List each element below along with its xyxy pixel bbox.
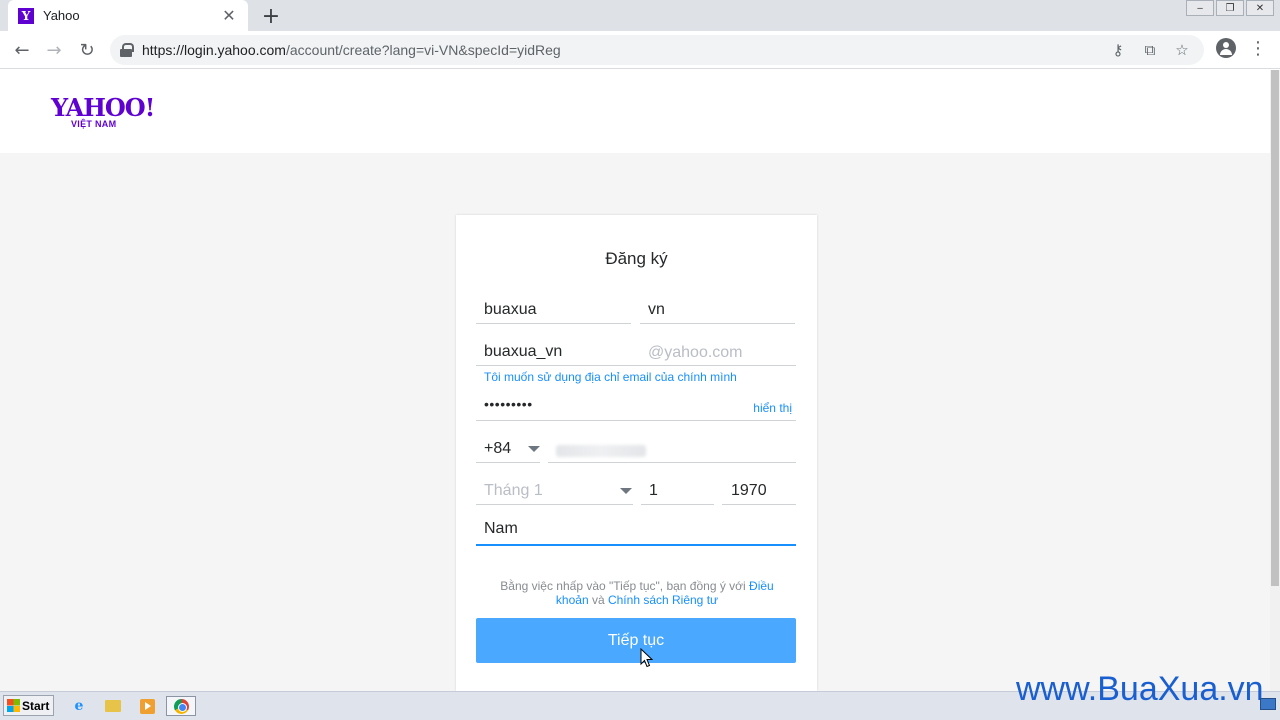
new-tab-button[interactable]: + <box>258 3 284 29</box>
translate-icon[interactable]: ⧉ <box>1134 41 1166 59</box>
folder-icon[interactable] <box>102 696 124 716</box>
close-tab-icon[interactable]: ✕ <box>220 6 238 26</box>
continue-button[interactable]: Tiếp tục <box>476 618 796 663</box>
url-text: https://login.yahoo.com/account/create?l… <box>142 42 561 58</box>
email-domain-suffix: @yahoo.com <box>648 344 743 361</box>
close-window-button[interactable]: ✕ <box>1246 0 1274 16</box>
reload-button[interactable]: ↻ <box>75 38 99 62</box>
internet-explorer-icon[interactable]: e <box>68 696 90 716</box>
minimize-button[interactable]: ‒ <box>1186 0 1214 16</box>
password-input[interactable]: ••••••••• hiển thị <box>476 391 796 421</box>
signup-title: Đăng ký <box>605 249 668 268</box>
gender-input[interactable]: Nam <box>476 515 796 546</box>
browser-toolbar: ← → ↻ https://login.yahoo.com/account/cr… <box>0 31 1280 69</box>
profile-icon[interactable] <box>1216 38 1236 58</box>
star-icon[interactable]: ☆ <box>1166 41 1198 59</box>
restore-button[interactable]: ❐ <box>1216 0 1244 16</box>
privacy-link[interactable]: Chính sách Riêng tư <box>608 593 718 607</box>
country-code-select[interactable]: +84 <box>476 433 540 463</box>
mouse-cursor-icon <box>640 648 654 668</box>
key-icon[interactable]: ⚷ <box>1102 41 1134 59</box>
browser-tab[interactable]: Y Yahoo ✕ <box>8 0 248 31</box>
scrollbar-thumb[interactable] <box>1271 70 1279 586</box>
yahoo-logo[interactable]: YAHOO! VIỆT NAM <box>51 93 155 129</box>
tab-title: Yahoo <box>43 8 80 23</box>
show-password-link[interactable]: hiển thị <box>753 401 792 415</box>
last-name-input[interactable]: vn <box>640 294 795 324</box>
buaxua-watermark: www.BuaXua.vn <box>1016 670 1264 708</box>
first-name-input[interactable]: buaxua <box>476 294 631 324</box>
use-own-email-link[interactable]: Tôi muốn sử dụng địa chỉ email của chính… <box>484 370 737 384</box>
birth-month-select[interactable]: Tháng 1 <box>476 475 633 505</box>
page-header: YAHOO! VIỆT NAM <box>0 70 1270 153</box>
terms-notice: Bằng việc nhấp vào "Tiếp tục", bạn đồng … <box>500 579 774 607</box>
show-desktop-icon[interactable] <box>1260 698 1276 710</box>
browser-tab-strip: Y Yahoo ✕ + ‒ ❐ ✕ <box>0 0 1280 31</box>
forward-button[interactable]: → <box>42 38 66 62</box>
back-button[interactable]: ← <box>10 38 34 62</box>
address-bar[interactable]: https://login.yahoo.com/account/create?l… <box>110 35 1204 65</box>
lock-icon <box>120 43 134 57</box>
birth-day-input[interactable]: 1 <box>641 475 714 505</box>
signup-card: Đăng ký buaxua vn buaxua_vn @yahoo.com T… <box>456 215 817 691</box>
phone-number-input[interactable] <box>548 433 796 463</box>
birth-year-input[interactable]: 1970 <box>722 475 796 505</box>
windows-logo-icon <box>7 699 20 712</box>
start-button[interactable]: Start <box>3 695 54 716</box>
chrome-icon[interactable] <box>166 696 196 716</box>
blurred-phone-number <box>556 445 646 457</box>
menu-kebab-icon[interactable]: ⋮ <box>1248 38 1268 62</box>
chevron-down-icon <box>528 446 540 452</box>
chevron-down-icon <box>620 488 632 494</box>
yahoo-favicon-icon: Y <box>18 7 34 24</box>
page-scrollbar[interactable] <box>1270 70 1280 691</box>
email-username-input[interactable]: buaxua_vn @yahoo.com <box>476 336 796 366</box>
window-controls: ‒ ❐ ✕ <box>1184 0 1274 16</box>
media-player-icon[interactable] <box>136 696 158 716</box>
